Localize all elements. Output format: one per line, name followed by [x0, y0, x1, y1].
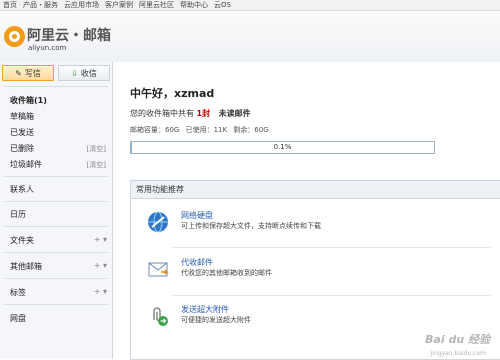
sidebar-item-folders[interactable]: 文件夹 — [10, 235, 34, 246]
inbox-tray-icon: ⇩ — [71, 68, 78, 78]
sidebar-item-labels[interactable]: 标签 — [10, 287, 26, 298]
sidebar-item-calendar[interactable]: 日历 — [10, 209, 26, 220]
write-label: 写信 — [24, 68, 41, 78]
sidebar: ✎ 写信 ⇩ 收信 收件箱(1) 草稿箱 已发送 已删除 [清空] 垃圾邮件 [… — [0, 62, 113, 359]
write-button[interactable]: ✎ 写信 — [2, 65, 54, 81]
baidu-watermark: Bai du 经验 — [425, 333, 490, 346]
sidebar-actions: ✎ 写信 ⇩ 收信 — [0, 62, 112, 84]
quota-used: 已使用：11K — [185, 126, 228, 134]
unread-label[interactable]: 未读邮件 — [219, 109, 251, 118]
sidebar-item-sent[interactable]: 已发送 — [10, 127, 34, 138]
nav-community[interactable]: 阿里云社区 — [139, 0, 174, 10]
receive-label: 收信 — [80, 68, 97, 78]
feature-desc: 可便捷的发送超大附件 — [181, 316, 251, 324]
brand-domain: aliyun.com — [28, 44, 67, 52]
greeting: 中午好，xzmad — [130, 87, 215, 100]
nav-cloud-os[interactable]: 云OS — [214, 0, 231, 10]
add-label-button[interactable]: + ▾ — [94, 287, 107, 296]
empty-spam-link[interactable]: [清空] — [87, 160, 106, 170]
baidu-watermark-url: jingyan.baidu.com — [430, 350, 486, 357]
feature-netdisk[interactable]: 网络硬盘 可上传和保存超大文件，支持断点续传和下载 — [131, 208, 500, 248]
feature-desc: 代收您的其他邮箱收到的邮件 — [181, 269, 272, 277]
add-folder-button[interactable]: + ▾ — [94, 235, 107, 244]
nav-help[interactable]: 帮助中心 — [180, 0, 208, 10]
progress-label: 0.1% — [273, 143, 292, 151]
mail-collect-icon — [148, 262, 169, 277]
pencil-icon: ✎ — [15, 68, 22, 78]
quota-progress-bar: 0.1% — [130, 141, 435, 154]
divider — [4, 86, 108, 87]
sidebar-item-spam[interactable]: 垃圾邮件 — [10, 159, 42, 170]
divider — [4, 252, 108, 253]
feature-title[interactable]: 网络硬盘 — [181, 210, 213, 221]
feature-desc: 可上传和保存超大文件，支持断点续传和下载 — [181, 222, 321, 230]
main-content: 中午好，xzmad 您的收件箱中共有 1封 未读邮件 邮箱容量：60G 已使用：… — [113, 62, 500, 360]
feature-title[interactable]: 发送超大附件 — [181, 304, 229, 315]
nav-products[interactable]: 产品・服务 — [23, 0, 58, 10]
divider — [4, 201, 108, 202]
divider — [4, 278, 108, 279]
empty-deleted-link[interactable]: [清空] — [87, 144, 106, 154]
sidebar-item-deleted[interactable]: 已删除 — [10, 143, 34, 154]
nav-cases[interactable]: 客户案例 — [105, 0, 133, 10]
top-navigation: 首页 产品・服务 云应用市场 客户案例 阿里云社区 帮助中心 云OS — [0, 0, 500, 11]
receive-button[interactable]: ⇩ 收信 — [58, 65, 110, 81]
quota-remaining: 剩余：60G — [233, 126, 269, 134]
aliyun-logo-icon — [4, 26, 25, 47]
divider — [171, 295, 491, 296]
nav-app-market[interactable]: 云应用市场 — [64, 0, 99, 10]
inbox-summary: 您的收件箱中共有 1封 未读邮件 — [130, 108, 251, 119]
divider — [4, 226, 108, 227]
globe-disk-icon — [148, 211, 168, 233]
unread-count[interactable]: 1封 — [197, 109, 211, 118]
attachment-send-icon — [153, 307, 168, 326]
sidebar-item-other-mail[interactable]: 其他邮箱 — [10, 261, 42, 272]
nav-home[interactable]: 首页 — [3, 0, 17, 10]
sidebar-item-drafts[interactable]: 草稿箱 — [10, 111, 34, 122]
sidebar-item-inbox[interactable]: 收件箱(1) — [10, 95, 47, 106]
feature-title[interactable]: 代收邮件 — [181, 257, 213, 268]
add-other-mail-button[interactable]: + ▾ — [94, 261, 107, 270]
quota-capacity: 邮箱容量：60G — [130, 126, 180, 134]
divider — [171, 247, 491, 248]
brand-title: 阿里云・邮箱 — [27, 28, 111, 44]
recommend-title: 常用功能推荐 — [131, 181, 500, 199]
mailbox-quota: 邮箱容量：60G 已使用：11K 剩余：60G — [130, 125, 273, 135]
sidebar-item-netdisk[interactable]: 网盘 — [10, 313, 26, 324]
feature-mail-collect[interactable]: 代收邮件 代收您的其他邮箱收到的邮件 — [131, 255, 500, 295]
divider — [4, 176, 108, 177]
sidebar-item-contacts[interactable]: 联系人 — [10, 184, 34, 195]
summary-prefix: 您的收件箱中共有 — [130, 109, 194, 118]
divider — [4, 304, 108, 305]
